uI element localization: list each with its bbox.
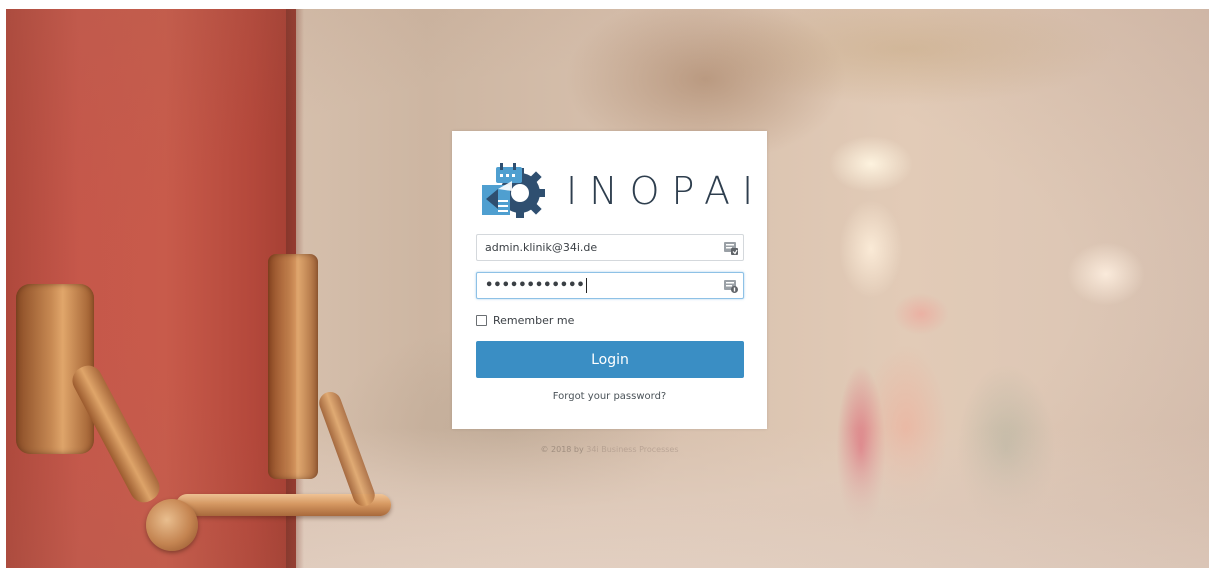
footer-company-link[interactable]: 34i Business Processes xyxy=(586,445,678,454)
autofill-card-icon[interactable] xyxy=(723,240,739,256)
remember-me-checkbox[interactable] xyxy=(476,315,487,326)
text-caret xyxy=(585,278,587,293)
footer-text: © 2018 by xyxy=(540,445,584,454)
autofill-key-icon[interactable] xyxy=(723,278,739,294)
email-field[interactable]: admin.klinik@34i.de xyxy=(476,234,744,261)
inopai-logo-icon xyxy=(482,163,545,218)
password-field-value: •••••••••••• xyxy=(485,278,585,293)
brand-name: INOPAI xyxy=(566,169,766,213)
login-card: INOPAI admin.klinik@34i.de •••••••••••• … xyxy=(452,131,767,429)
remember-me-label[interactable]: Remember me xyxy=(493,314,574,327)
login-button[interactable]: Login xyxy=(476,341,744,378)
email-field-value: admin.klinik@34i.de xyxy=(485,241,598,254)
footer-copyright: © 2018 by 34i Business Processes xyxy=(452,445,767,454)
password-field[interactable]: •••••••••••• xyxy=(476,272,744,299)
brand-logo: INOPAI xyxy=(476,159,753,223)
forgot-password-link[interactable]: Forgot your password? xyxy=(452,391,767,402)
remember-me[interactable]: Remember me xyxy=(476,314,574,327)
